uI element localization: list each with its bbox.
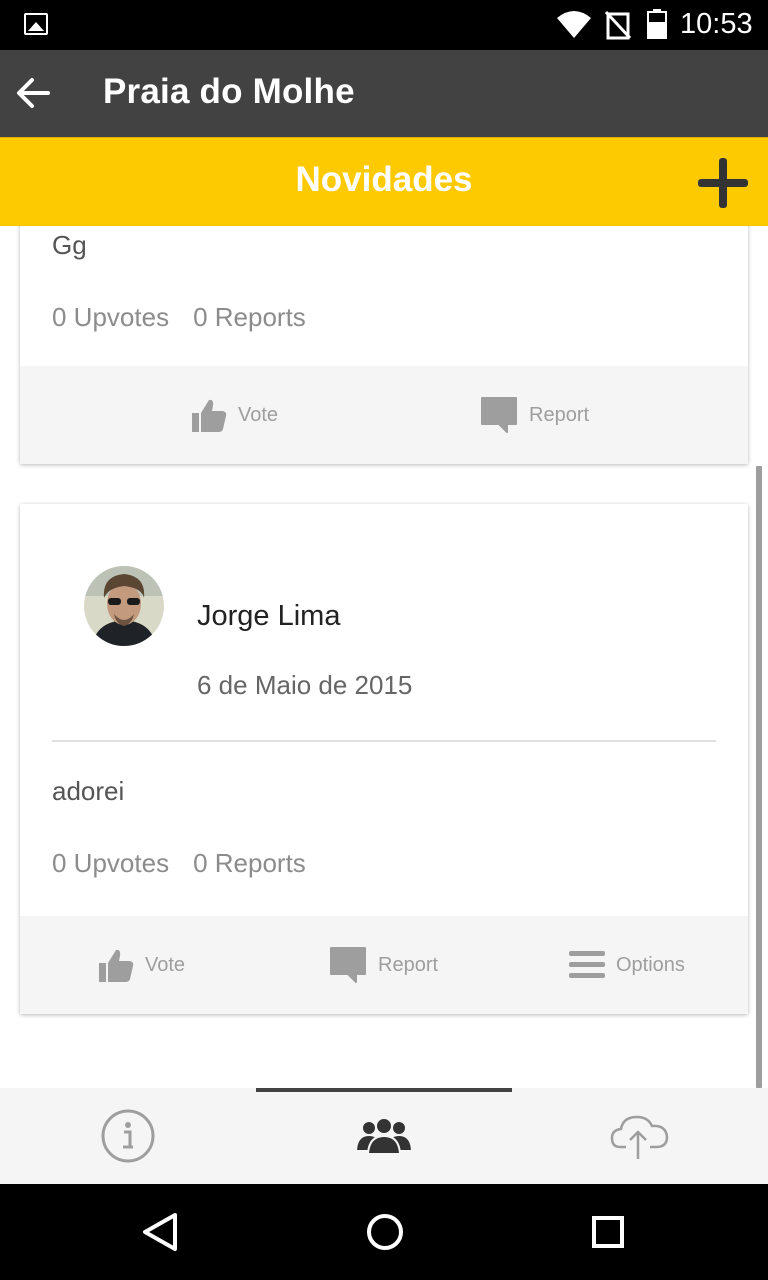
report-count: 0 Reports bbox=[193, 848, 306, 878]
scrollbar[interactable] bbox=[756, 466, 762, 1088]
tab-upload[interactable] bbox=[512, 1088, 768, 1184]
wifi-icon bbox=[557, 11, 591, 38]
report-button[interactable]: Report bbox=[479, 366, 589, 464]
post-date: 6 de Maio de 2015 bbox=[197, 670, 413, 700]
vote-label: Vote bbox=[145, 953, 186, 976]
speech-bubble-icon bbox=[330, 947, 366, 983]
section-header: Novidades bbox=[0, 137, 768, 226]
report-count: 0 Reports bbox=[193, 302, 306, 332]
post-text: Gg bbox=[52, 230, 87, 260]
options-button[interactable]: Options bbox=[568, 916, 685, 1014]
menu-icon bbox=[569, 951, 605, 978]
info-icon bbox=[101, 1109, 155, 1163]
post-stats: 0 Upvotes 0 Reports bbox=[52, 302, 330, 333]
status-time: 10:53 bbox=[680, 8, 753, 40]
feed[interactable]: Gg 0 Upvotes 0 Reports Vote Report Jorge… bbox=[0, 226, 768, 1088]
vote-label: Vote bbox=[238, 403, 279, 426]
options-label: Options bbox=[616, 953, 685, 976]
divider bbox=[52, 740, 716, 742]
arrow-left-icon[interactable] bbox=[12, 72, 54, 114]
thumbs-up-icon bbox=[192, 399, 227, 432]
cloud-upload-icon bbox=[610, 1115, 669, 1159]
system-nav-bar bbox=[0, 1184, 768, 1280]
post-actions: Vote Report bbox=[20, 366, 748, 464]
vote-button[interactable]: Vote bbox=[190, 366, 278, 464]
upvote-count: 0 Upvotes bbox=[52, 848, 170, 878]
post-card: Jorge Lima 6 de Maio de 2015 adorei 0 Up… bbox=[20, 504, 748, 1014]
no-signal-icon bbox=[604, 10, 632, 40]
tab-info[interactable] bbox=[0, 1088, 256, 1184]
report-label: Report bbox=[529, 403, 590, 426]
thumbs-up-icon bbox=[99, 949, 134, 982]
home-circle-icon[interactable] bbox=[365, 1212, 405, 1252]
page-title: Praia do Molhe bbox=[103, 72, 355, 111]
post-text: adorei bbox=[52, 776, 125, 806]
post-card: Gg 0 Upvotes 0 Reports Vote Report bbox=[20, 226, 748, 464]
back-triangle-icon[interactable] bbox=[141, 1212, 179, 1252]
report-label: Report bbox=[378, 953, 439, 976]
upvote-count: 0 Upvotes bbox=[52, 302, 170, 332]
status-bar: 10:53 bbox=[0, 0, 768, 50]
plus-icon[interactable] bbox=[698, 158, 748, 208]
people-icon bbox=[357, 1117, 411, 1155]
avatar bbox=[84, 566, 164, 646]
vote-button[interactable]: Vote bbox=[97, 916, 185, 1014]
recents-square-icon[interactable] bbox=[590, 1212, 626, 1252]
post-actions: Vote Report Options bbox=[20, 916, 748, 1014]
report-button[interactable]: Report bbox=[328, 916, 438, 1014]
post-stats: 0 Upvotes 0 Reports bbox=[52, 848, 330, 879]
battery-icon bbox=[647, 9, 667, 39]
speech-bubble-icon bbox=[481, 397, 517, 433]
image-icon bbox=[24, 13, 48, 35]
tab-people[interactable] bbox=[256, 1088, 512, 1184]
author-name[interactable]: Jorge Lima bbox=[197, 600, 340, 633]
app-bar: Praia do Molhe bbox=[0, 50, 768, 137]
section-title: Novidades bbox=[295, 160, 473, 199]
bottom-tab-bar bbox=[0, 1088, 768, 1184]
